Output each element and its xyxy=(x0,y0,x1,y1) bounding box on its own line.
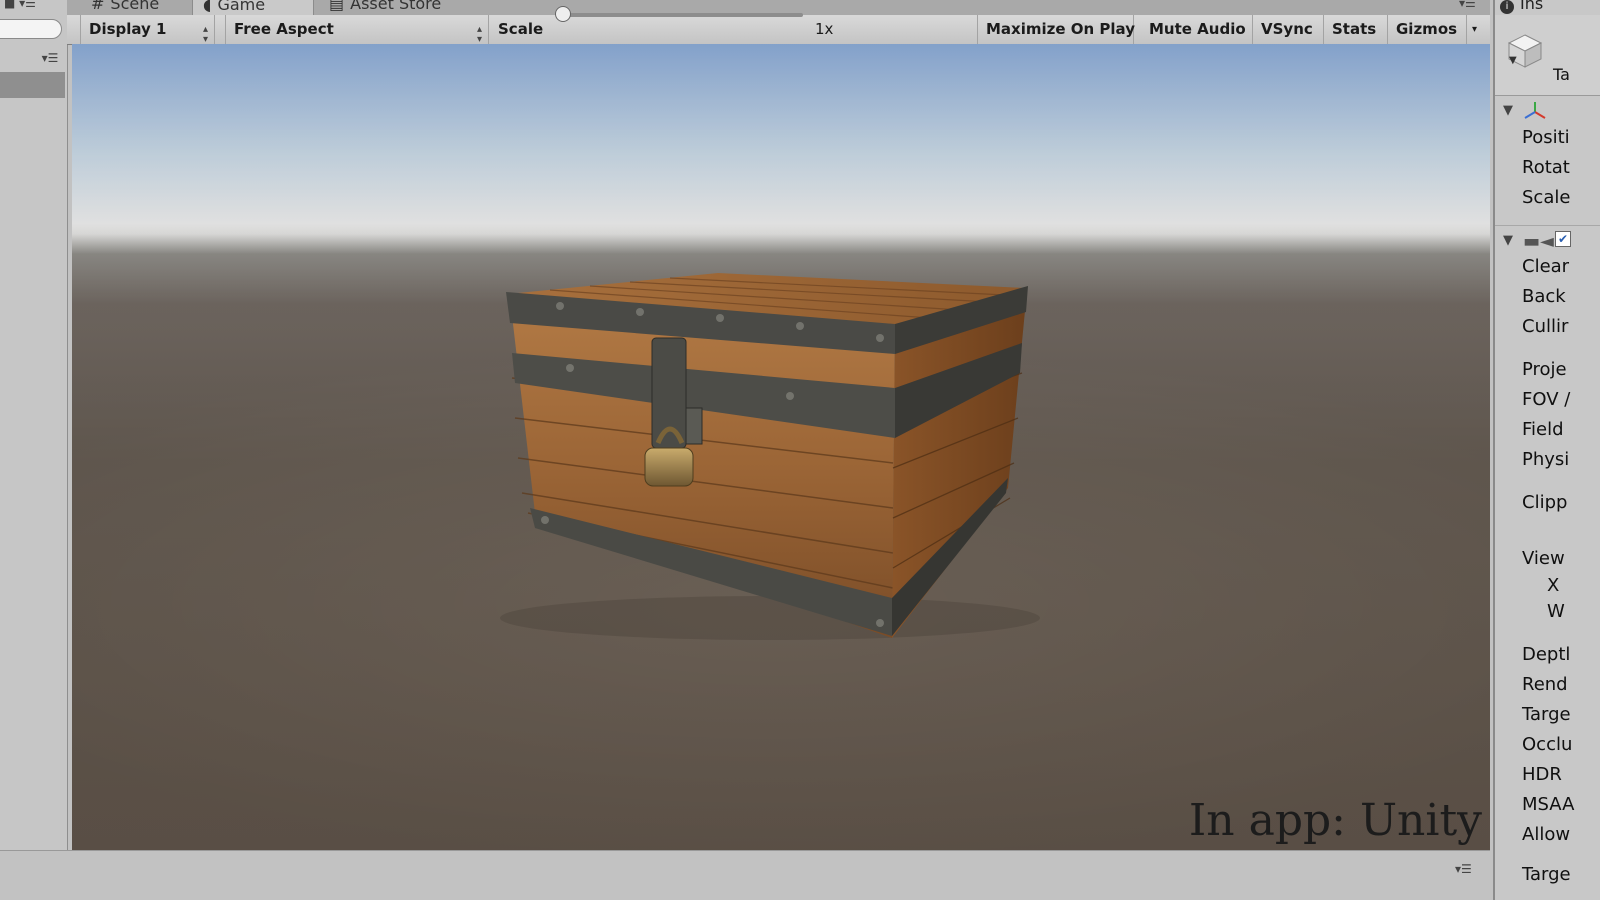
info-icon: i xyxy=(1500,0,1514,14)
display-label: Display 1 xyxy=(89,20,167,38)
dropdown-arrow-icon[interactable]: ▼ xyxy=(1509,55,1517,66)
tab-asset-store[interactable]: ▤ Asset Store xyxy=(319,0,451,15)
divider xyxy=(1495,225,1600,226)
stats-button[interactable]: Stats xyxy=(1324,15,1388,44)
hierarchy-search-input[interactable] xyxy=(0,19,62,39)
inspector-header: ▼ Ta xyxy=(1495,15,1600,96)
tab-menu-icon[interactable]: ▾☰ xyxy=(1459,0,1476,10)
pacman-icon: ◖ xyxy=(203,0,212,14)
prop-viewport-w: W xyxy=(1547,601,1565,622)
tag-label: Ta xyxy=(1553,65,1570,84)
prop-viewport-rect: View xyxy=(1522,548,1565,569)
prop-background: Back xyxy=(1522,286,1566,307)
scale-slider-track[interactable] xyxy=(567,13,803,17)
game-toolbar: Display 1 ▴ ▾ Free Aspect ▴ ▾ Scale 1x Maxim… xyxy=(67,15,1490,45)
maximize-on-play-button[interactable]: Maximize On Play xyxy=(977,15,1135,44)
tab-scene[interactable]: # Scene xyxy=(81,0,169,15)
panel-menu-icon[interactable]: ▾☰ xyxy=(1455,862,1472,876)
tab-label: Asset Store xyxy=(350,0,442,13)
gizmos-dropdown-icon[interactable]: ▾ xyxy=(1466,15,1486,44)
prop-clipping-planes: Clipp xyxy=(1522,492,1568,513)
store-icon: ▤ xyxy=(329,0,345,13)
treasure-chest xyxy=(500,273,1040,640)
camera-enabled-checkbox[interactable]: ✔ xyxy=(1555,231,1571,247)
prop-fov-axis: FOV / xyxy=(1522,389,1571,410)
prop-occlusion-culling: Occlu xyxy=(1522,734,1573,755)
display-dropdown[interactable]: Display 1 ▴ ▾ xyxy=(80,15,215,45)
prop-projection: Proje xyxy=(1522,359,1567,380)
fold-arrow-icon[interactable]: ▼ xyxy=(1503,103,1513,118)
aspect-label: Free Aspect xyxy=(234,20,334,38)
prop-culling-mask: Cullir xyxy=(1522,316,1569,337)
fold-arrow-icon[interactable]: ▼ xyxy=(1503,233,1513,248)
bottom-panel xyxy=(0,850,1490,883)
hash-icon: # xyxy=(91,0,105,13)
prop-rendering-path: Rend xyxy=(1522,674,1568,695)
prop-depth: Deptl xyxy=(1522,644,1571,665)
vsync-button[interactable]: VSync xyxy=(1253,15,1324,44)
tab-label: Game xyxy=(217,0,266,14)
hierarchy-panel xyxy=(0,0,68,865)
prop-hdr: HDR xyxy=(1522,764,1562,785)
hierarchy-selected-row[interactable] xyxy=(0,72,65,98)
gizmos-button[interactable]: Gizmos xyxy=(1388,15,1466,44)
scale-value: 1x xyxy=(815,20,834,38)
prop-field-of-view: Field xyxy=(1522,419,1564,440)
watermark-text: In app: Unity xyxy=(1188,795,1482,846)
prop-physical-camera: Physi xyxy=(1522,449,1570,470)
prop-msaa: MSAA xyxy=(1522,794,1575,815)
prop-rotation: Rotat xyxy=(1522,157,1570,178)
scale-label: Scale xyxy=(498,20,544,38)
prop-target-display: Targe xyxy=(1522,864,1571,885)
transform-axis-icon xyxy=(1524,102,1546,119)
prop-scale: Scale xyxy=(1522,187,1571,208)
prop-viewport-x: X xyxy=(1547,575,1560,596)
prop-target-texture: Targe xyxy=(1522,704,1571,725)
camera-icon: ▬◄ xyxy=(1523,231,1554,252)
prop-position: Positi xyxy=(1522,127,1570,148)
tab-label: Scene xyxy=(110,0,160,13)
mute-audio-button[interactable]: Mute Audio xyxy=(1141,15,1253,44)
panel-menu-icon[interactable]: ▾☰ xyxy=(36,50,64,66)
prop-allow-dynamic: Allow xyxy=(1522,824,1571,845)
prop-clear-flags: Clear xyxy=(1522,256,1570,277)
tab-game[interactable]: ◖ Game xyxy=(192,0,314,15)
lock-icon[interactable]: ■ ▾☰ xyxy=(4,0,36,10)
tab-label: Ins xyxy=(1520,0,1544,13)
scale-slider-handle[interactable] xyxy=(555,6,571,22)
inspector-panel: i Ins ▼ Ta ▼ Positi Rotat Scale ▼ ▬◄ ✔ Cl… xyxy=(1493,0,1600,900)
tab-inspector[interactable]: i Ins xyxy=(1500,0,1543,14)
aspect-dropdown[interactable]: Free Aspect ▴ ▾ xyxy=(225,15,489,45)
